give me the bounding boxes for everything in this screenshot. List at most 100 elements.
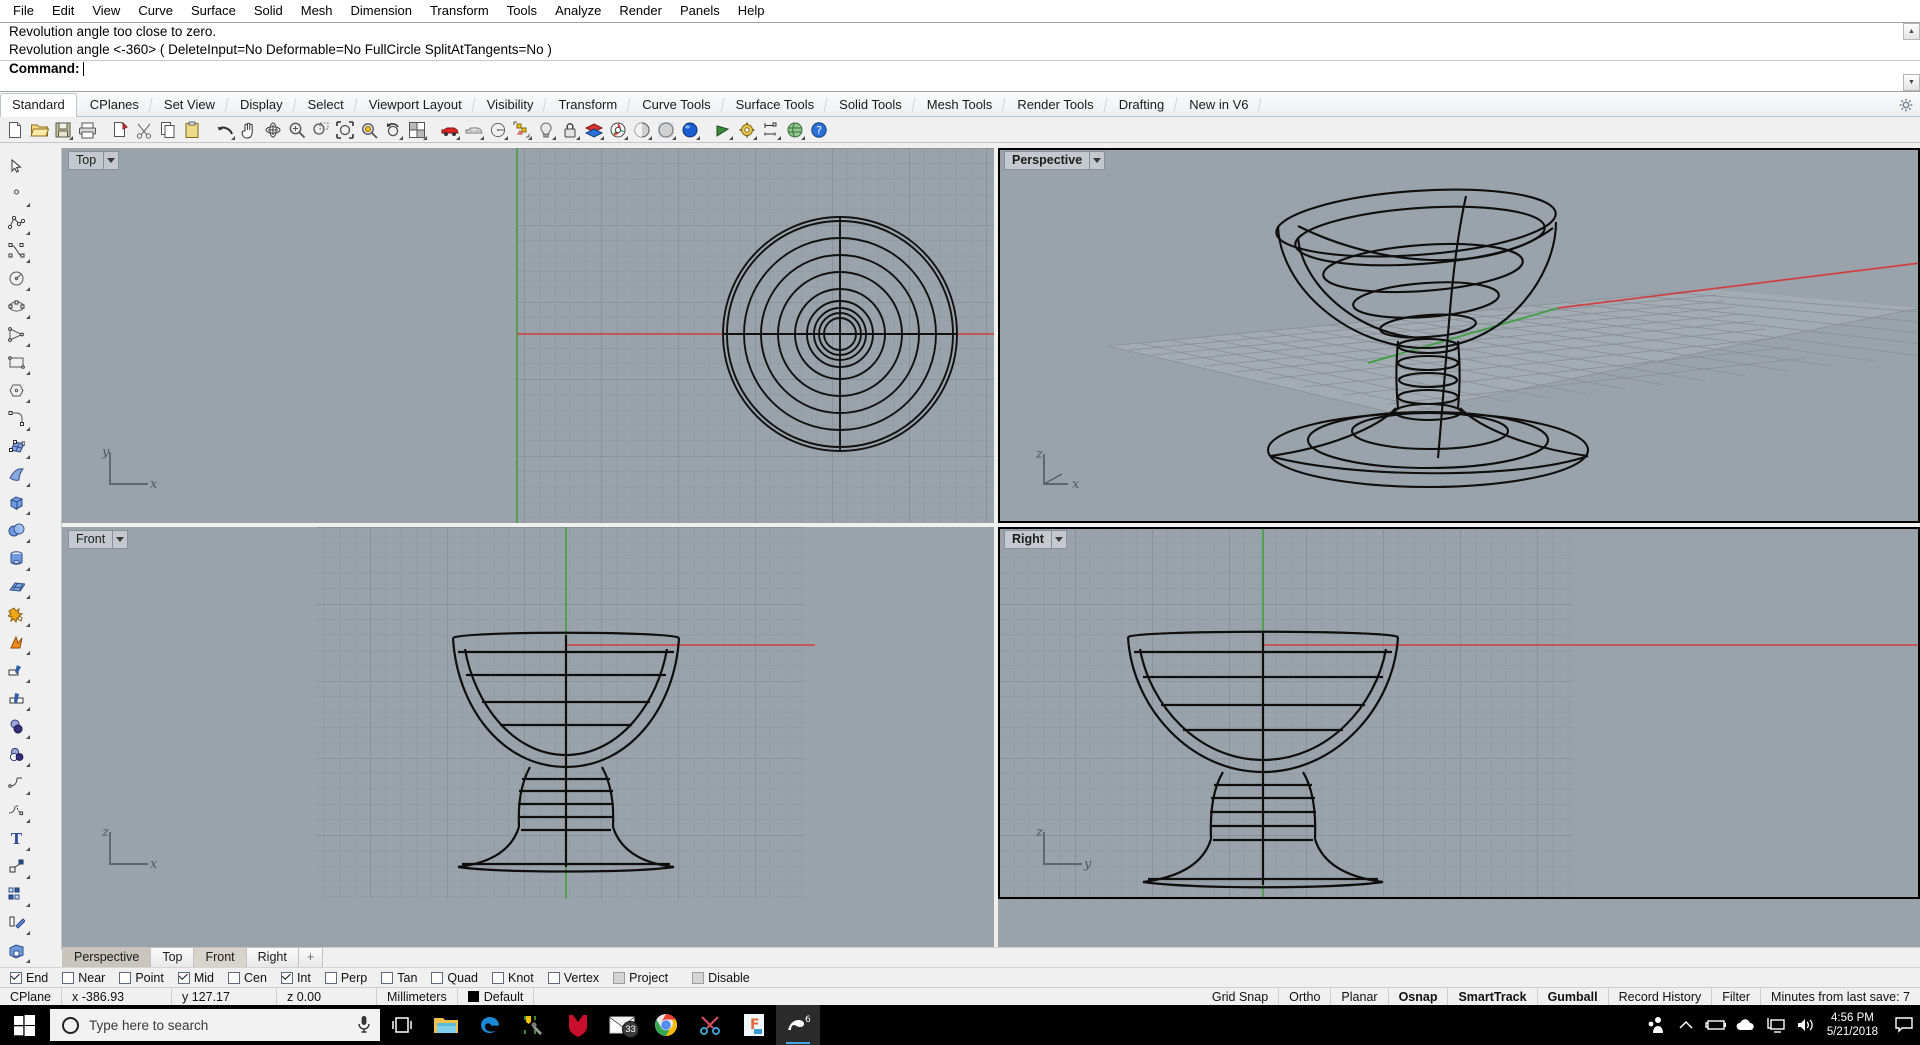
zoom-previous-icon[interactable]	[382, 119, 404, 141]
osnap-disable[interactable]: Disable	[692, 971, 750, 985]
mesh-plane-icon[interactable]	[2, 572, 31, 600]
checkbox-icon[interactable]	[62, 971, 75, 984]
save-file-icon[interactable]	[52, 119, 74, 141]
zoom-selected-icon[interactable]	[358, 119, 380, 141]
cylinder-icon[interactable]	[2, 544, 31, 572]
add-viewport-button[interactable]: +	[297, 947, 324, 967]
status-toggle-gumball[interactable]: Gumball	[1538, 987, 1609, 1006]
menu-item-surface[interactable]: Surface	[182, 1, 245, 20]
status-cplane[interactable]: CPlane	[0, 987, 62, 1006]
search-input[interactable]: Type here to search	[50, 1009, 380, 1041]
circle-icon[interactable]	[2, 264, 31, 292]
zoom-in-icon[interactable]	[286, 119, 308, 141]
zoom-window-icon[interactable]	[310, 119, 332, 141]
dimension-icon[interactable]	[760, 119, 782, 141]
viewport-perspective-label[interactable]: Perspective	[1004, 151, 1106, 170]
explode-star-icon[interactable]	[2, 600, 31, 628]
viewport-perspective[interactable]: Perspective z x	[998, 148, 1920, 523]
open-file-icon[interactable]	[28, 119, 50, 141]
osnap-cen[interactable]: Cen	[228, 971, 267, 985]
checkbox-icon[interactable]	[381, 971, 394, 984]
command-history[interactable]: Revolution angle too close to zero. Revo…	[0, 23, 1920, 59]
onedrive-cloud-icon[interactable]	[1731, 1005, 1761, 1045]
osnap-tan[interactable]: Tan	[381, 971, 417, 985]
chrome-icon[interactable]	[644, 1005, 688, 1045]
menu-item-solid[interactable]: Solid	[245, 1, 292, 20]
volume-icon[interactable]	[1791, 1005, 1821, 1045]
boolean-difference-icon[interactable]	[2, 740, 31, 768]
status-toggle-ortho[interactable]: Ortho	[1279, 987, 1332, 1006]
print-icon[interactable]	[76, 119, 98, 141]
taskbar-clock[interactable]: 4:56 PM 5/21/2018	[1821, 1011, 1888, 1039]
checkbox-icon[interactable]	[492, 971, 504, 984]
viewport-right[interactable]: Right z y	[998, 527, 1920, 899]
edge-browser-icon[interactable]	[468, 1005, 512, 1045]
tab-standard[interactable]: Standard	[0, 93, 77, 117]
chevron-down-icon[interactable]	[1089, 152, 1104, 169]
rhino-6-icon[interactable]: 6	[776, 1005, 820, 1045]
rotate-view-icon[interactable]	[262, 119, 284, 141]
rectangle-icon[interactable]	[2, 348, 31, 376]
command-scroll-buttons[interactable]: ▲ ▼	[1903, 23, 1920, 91]
foxit-reader-icon[interactable]: F	[732, 1005, 776, 1045]
polyline-icon[interactable]	[2, 208, 31, 236]
tab-transform[interactable]: Transform	[546, 93, 629, 116]
car-wireframe-icon[interactable]	[463, 119, 485, 141]
viewport-tab-front[interactable]: Front	[193, 947, 247, 967]
checkbox-icon[interactable]	[324, 971, 337, 984]
earth-icon[interactable]	[784, 119, 806, 141]
ellipse-icon[interactable]	[2, 292, 31, 320]
menu-item-help[interactable]: Help	[729, 1, 774, 20]
tab-curve-tools[interactable]: Curve Tools	[630, 93, 722, 116]
undo-icon[interactable]	[214, 119, 236, 141]
viewport-top-label[interactable]: Top	[68, 151, 120, 170]
tab-cplanes[interactable]: CPlanes	[78, 93, 151, 116]
windows-start-icon[interactable]	[0, 1005, 48, 1045]
text-tool-icon[interactable]: T	[2, 824, 31, 852]
network-display-icon[interactable]	[1761, 1005, 1791, 1045]
hexagon-icon[interactable]	[2, 376, 31, 404]
osnap-perp[interactable]: Perp	[324, 971, 367, 985]
checkbox-icon[interactable]	[10, 970, 22, 984]
lock-layer-icon[interactable]	[559, 119, 581, 141]
viewport-splitter-vertical[interactable]	[994, 148, 998, 950]
checkbox-icon[interactable]	[547, 971, 560, 984]
viewport-splitter-horizontal[interactable]	[62, 523, 1920, 527]
status-toggle-smarttrack[interactable]: SmartTrack	[1448, 987, 1538, 1006]
ghosted-sphere-icon[interactable]	[655, 119, 677, 141]
snip-tool-icon[interactable]	[688, 1005, 732, 1045]
menu-item-mesh[interactable]: Mesh	[292, 1, 342, 20]
light-bulb-icon[interactable]	[535, 119, 557, 141]
osnap-near[interactable]: Near	[62, 971, 105, 985]
osnap-point[interactable]: Point	[119, 971, 164, 985]
menu-item-view[interactable]: View	[83, 1, 129, 20]
surface-sweep-icon[interactable]	[2, 460, 31, 488]
car-shaded-icon[interactable]	[439, 119, 461, 141]
menu-item-file[interactable]: File	[4, 1, 43, 20]
point-icon[interactable]	[2, 180, 31, 208]
viewport-tab-perspective[interactable]: Perspective	[62, 947, 152, 967]
group-icon[interactable]	[511, 119, 533, 141]
trim-icon[interactable]	[2, 656, 31, 684]
status-units[interactable]: Millimeters	[377, 987, 458, 1006]
circle-icon[interactable]	[487, 119, 509, 141]
viewport-front-canvas[interactable]	[62, 527, 994, 899]
chevron-down-icon[interactable]	[1050, 531, 1066, 548]
tab-render-tools[interactable]: Render Tools	[1005, 93, 1105, 116]
tab-drafting[interactable]: Drafting	[1107, 93, 1177, 116]
rendered-sphere-icon[interactable]	[679, 119, 701, 141]
menu-item-render[interactable]: Render	[610, 1, 671, 20]
office-tools-icon[interactable]	[512, 1005, 556, 1045]
scale-icon[interactable]	[2, 852, 31, 880]
viewport-front[interactable]: Front z x	[62, 527, 994, 899]
tab-surface-tools[interactable]: Surface Tools	[724, 93, 827, 116]
scroll-down-icon[interactable]: ▼	[1903, 74, 1920, 91]
blend-curve-icon[interactable]	[2, 796, 31, 824]
status-toggle-grid-snap[interactable]: Grid Snap	[1202, 987, 1280, 1006]
osnap-int[interactable]: Int	[280, 971, 311, 985]
scissors-icon[interactable]	[133, 119, 155, 141]
osnap-knot[interactable]: Knot	[492, 971, 534, 985]
pan-hand-icon[interactable]	[238, 119, 260, 141]
tab-visibility[interactable]: Visibility	[475, 93, 546, 116]
tab-select[interactable]: Select	[296, 93, 356, 116]
